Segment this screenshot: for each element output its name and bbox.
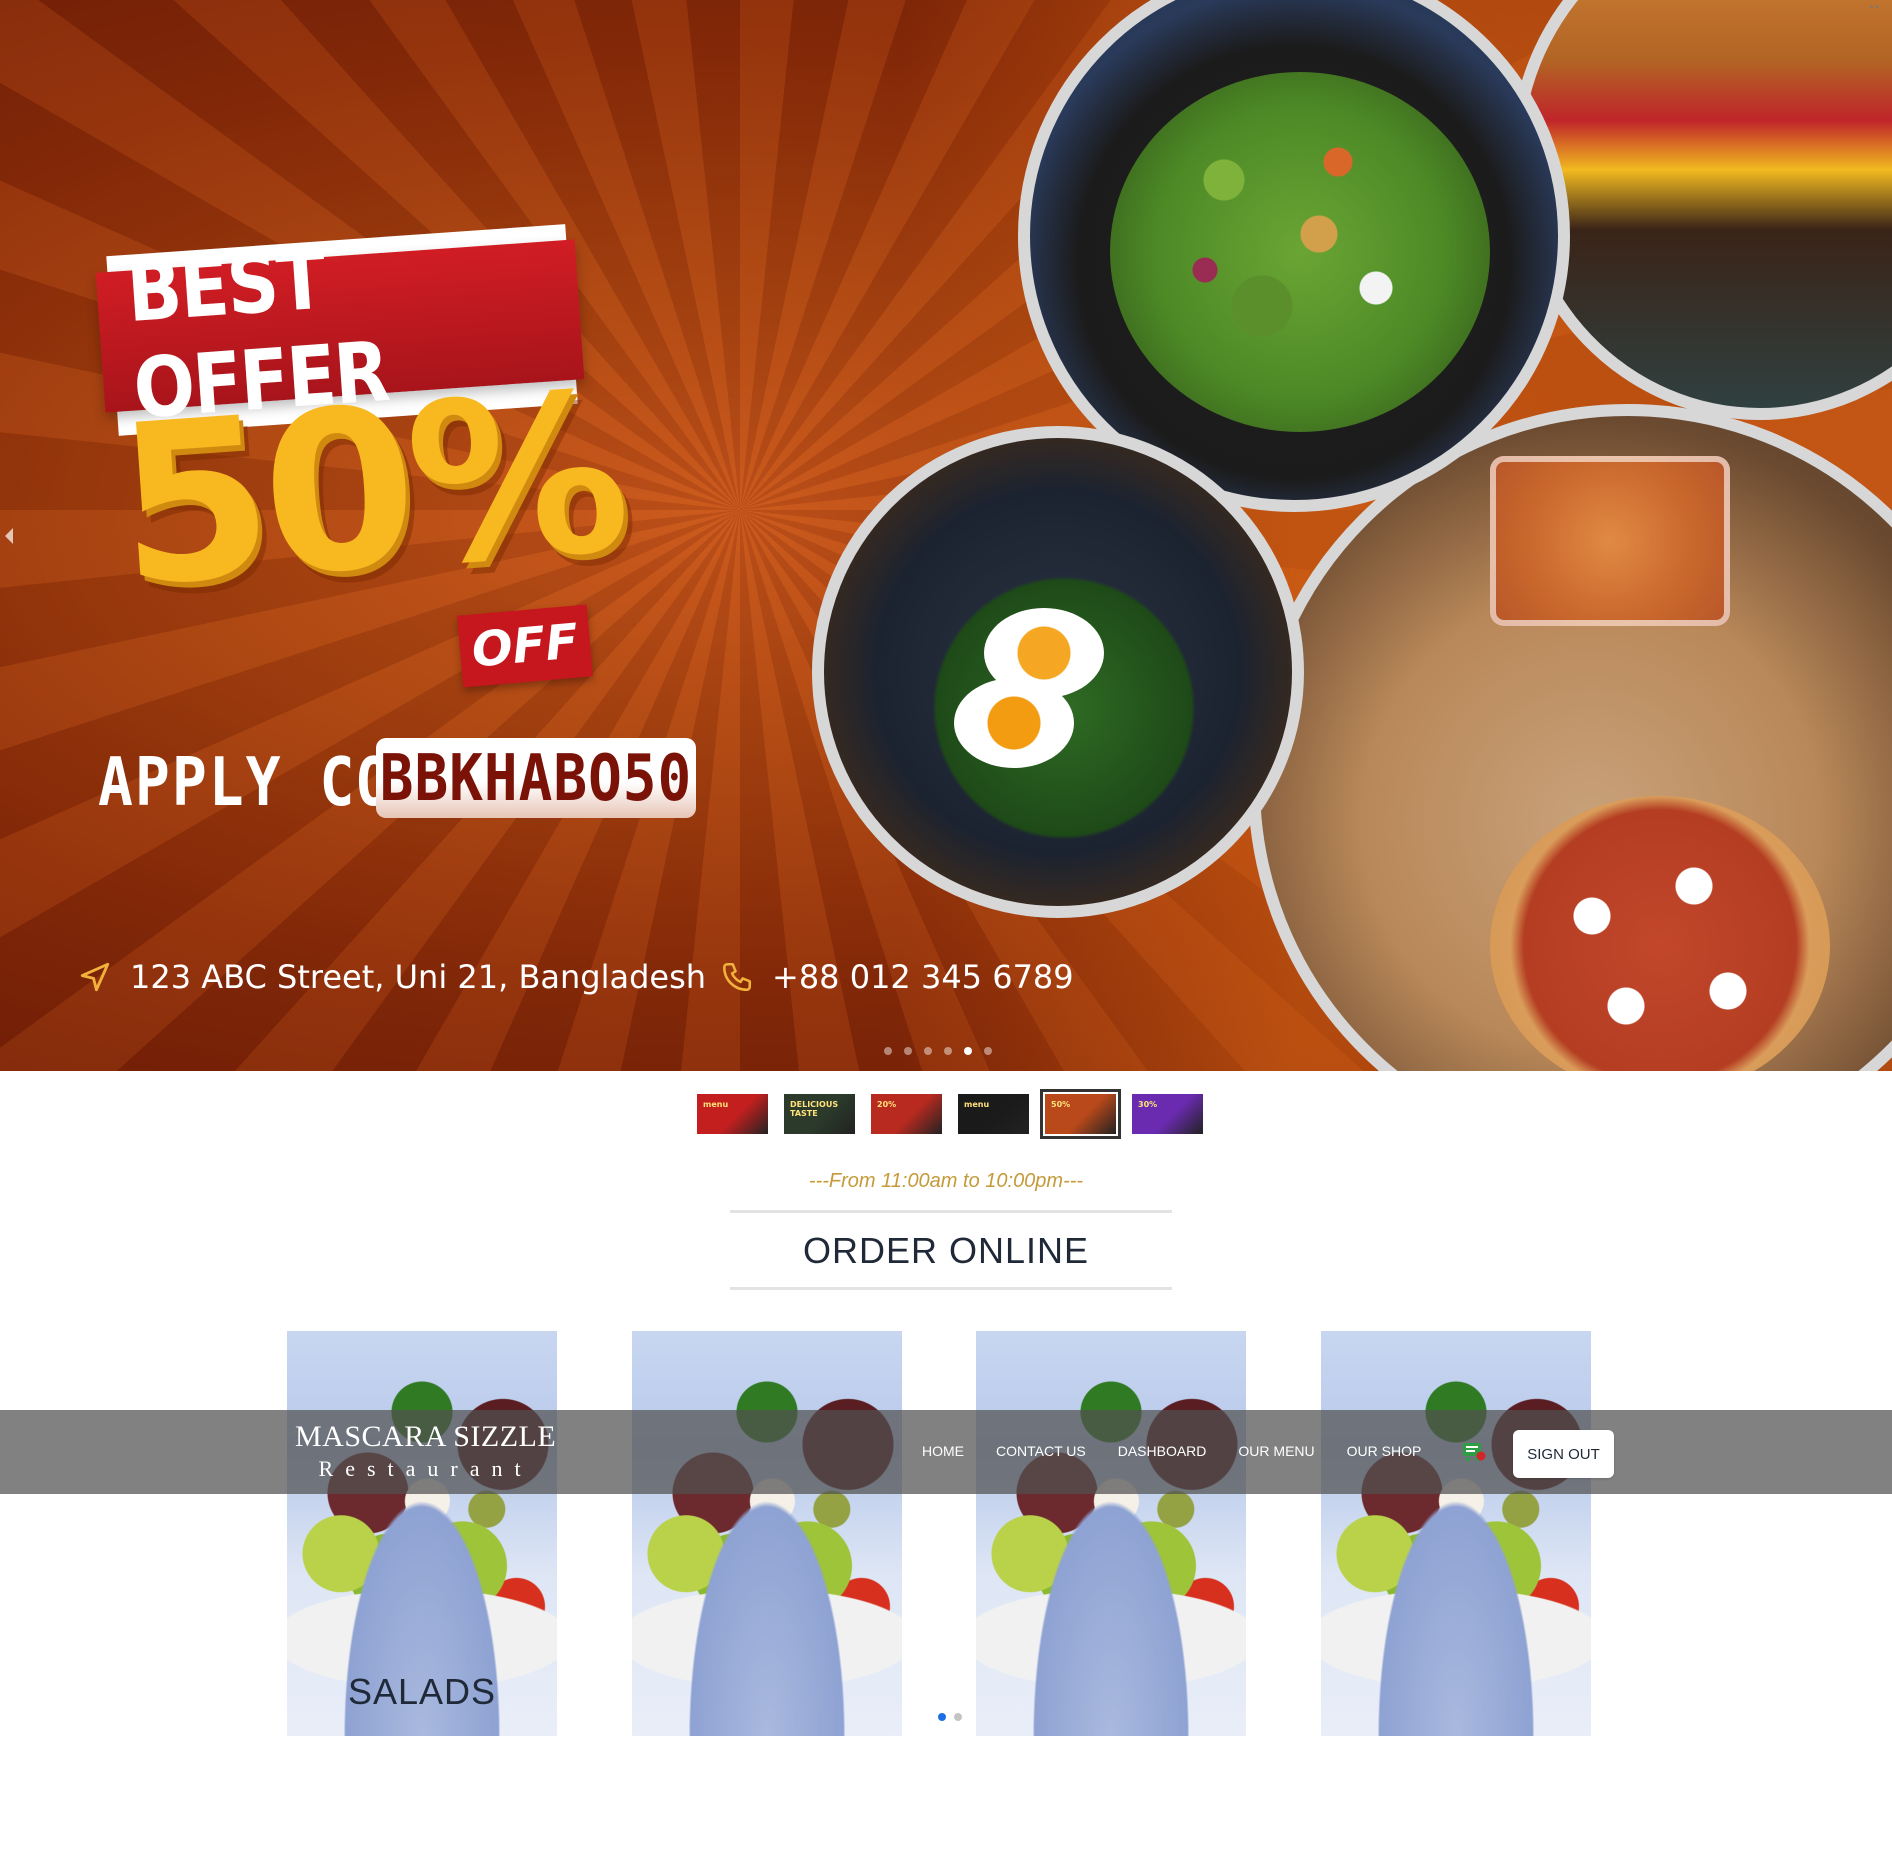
pagination-dot[interactable]	[954, 1713, 962, 1721]
heading-top-divider	[730, 1210, 1172, 1213]
pizza	[1490, 796, 1830, 1071]
carousel-dot[interactable]	[984, 1047, 992, 1055]
phone-text: +88 012 345 6789	[772, 958, 1074, 996]
page: BEST OFFER 50% OFF APPLY CODE BBKHABO50 …	[0, 0, 1892, 1857]
nav-links: HOME CONTACT US DASHBOARD OUR MENU OUR S…	[922, 1443, 1453, 1459]
discount-percent: 50%	[109, 344, 629, 636]
carousel-dot[interactable]	[884, 1047, 892, 1055]
nav-link-contact-us[interactable]: CONTACT US	[996, 1443, 1086, 1459]
sign-out-button[interactable]: SIGN OUT	[1513, 1430, 1614, 1478]
thumbnail-label: 50%	[1051, 1100, 1071, 1109]
thumbnail-active[interactable]: 50%	[1040, 1089, 1121, 1139]
opening-hours: ---From 11:00am to 10:00pm---	[808, 1170, 1084, 1192]
category-card-salads[interactable]: SALADS	[287, 1331, 557, 1736]
category-card[interactable]	[976, 1331, 1246, 1736]
carousel-dot-active[interactable]	[964, 1047, 972, 1055]
thumbnail[interactable]: DELICIOUS TASTE	[784, 1094, 855, 1134]
carousel-dot[interactable]	[924, 1047, 932, 1055]
egg-toast-photo	[812, 426, 1304, 918]
address-text: 123 ABC Street, Uni 21, Bangladesh	[130, 958, 707, 996]
thumbnail[interactable]: 20%	[871, 1094, 942, 1134]
egg-half	[954, 678, 1074, 768]
brand-logo[interactable]: MASCARA SIZZLE Restaurant	[295, 1422, 556, 1482]
phone-icon	[722, 962, 752, 992]
section-title: ORDER ONLINE	[802, 1230, 1090, 1271]
pagination-dot-active[interactable]	[938, 1713, 946, 1721]
off-badge: OFF	[457, 604, 593, 688]
thumbnail[interactable]: menu	[958, 1094, 1029, 1134]
carousel-dot[interactable]	[944, 1047, 952, 1055]
nav-link-home[interactable]: HOME	[922, 1443, 964, 1459]
location-arrow-icon	[80, 962, 110, 992]
hero-carousel-dots	[884, 1047, 992, 1055]
phone-row: +88 012 345 6789	[720, 958, 1074, 996]
heading-bottom-divider	[730, 1287, 1172, 1290]
salad-bowl	[1110, 72, 1490, 432]
carousel-prev-arrow-icon[interactable]	[5, 528, 13, 544]
hero-carousel[interactable]: BEST OFFER 50% OFF APPLY CODE BBKHABO50 …	[0, 0, 1892, 1071]
promo-code-box: BBKHABO50	[376, 738, 696, 818]
thumbnail-label: 30%	[1138, 1100, 1158, 1109]
navbar: MASCARA SIZZLE Restaurant HOME CONTACT U…	[0, 1410, 1892, 1494]
pasta-container	[1490, 456, 1730, 626]
promo-code: BBKHABO50	[379, 740, 693, 816]
brand-name: MASCARA SIZZLE	[295, 1420, 557, 1453]
cards-pagination	[938, 1713, 962, 1721]
address-row: 123 ABC Street, Uni 21, Bangladesh	[78, 958, 706, 996]
corner-scroll-indicator: • •	[1870, 2, 1879, 12]
thumbnail-label: DELICIOUS TASTE	[790, 1100, 839, 1118]
carousel-thumbnails: menu DELICIOUS TASTE 20% menu 50% 30%	[697, 1089, 1203, 1139]
thumbnail[interactable]: 30%	[1132, 1094, 1203, 1134]
category-card-label: SALADS	[347, 1671, 497, 1712]
thumbnail[interactable]: menu	[697, 1094, 768, 1134]
nav-link-our-shop[interactable]: OUR SHOP	[1347, 1443, 1422, 1459]
cart-icon[interactable]	[1460, 1438, 1486, 1464]
carousel-dot[interactable]	[904, 1047, 912, 1055]
thumbnail-label: menu	[703, 1100, 729, 1109]
nav-link-dashboard[interactable]: DASHBOARD	[1118, 1443, 1207, 1459]
off-text: OFF	[469, 613, 581, 679]
category-card[interactable]	[632, 1331, 902, 1736]
thumbnail-label: 20%	[877, 1100, 897, 1109]
category-card[interactable]	[1321, 1331, 1591, 1736]
thumbnail-label: menu	[964, 1100, 990, 1109]
nav-link-our-menu[interactable]: OUR MENU	[1238, 1443, 1314, 1459]
brand-subtitle: Restaurant	[318, 1456, 533, 1481]
